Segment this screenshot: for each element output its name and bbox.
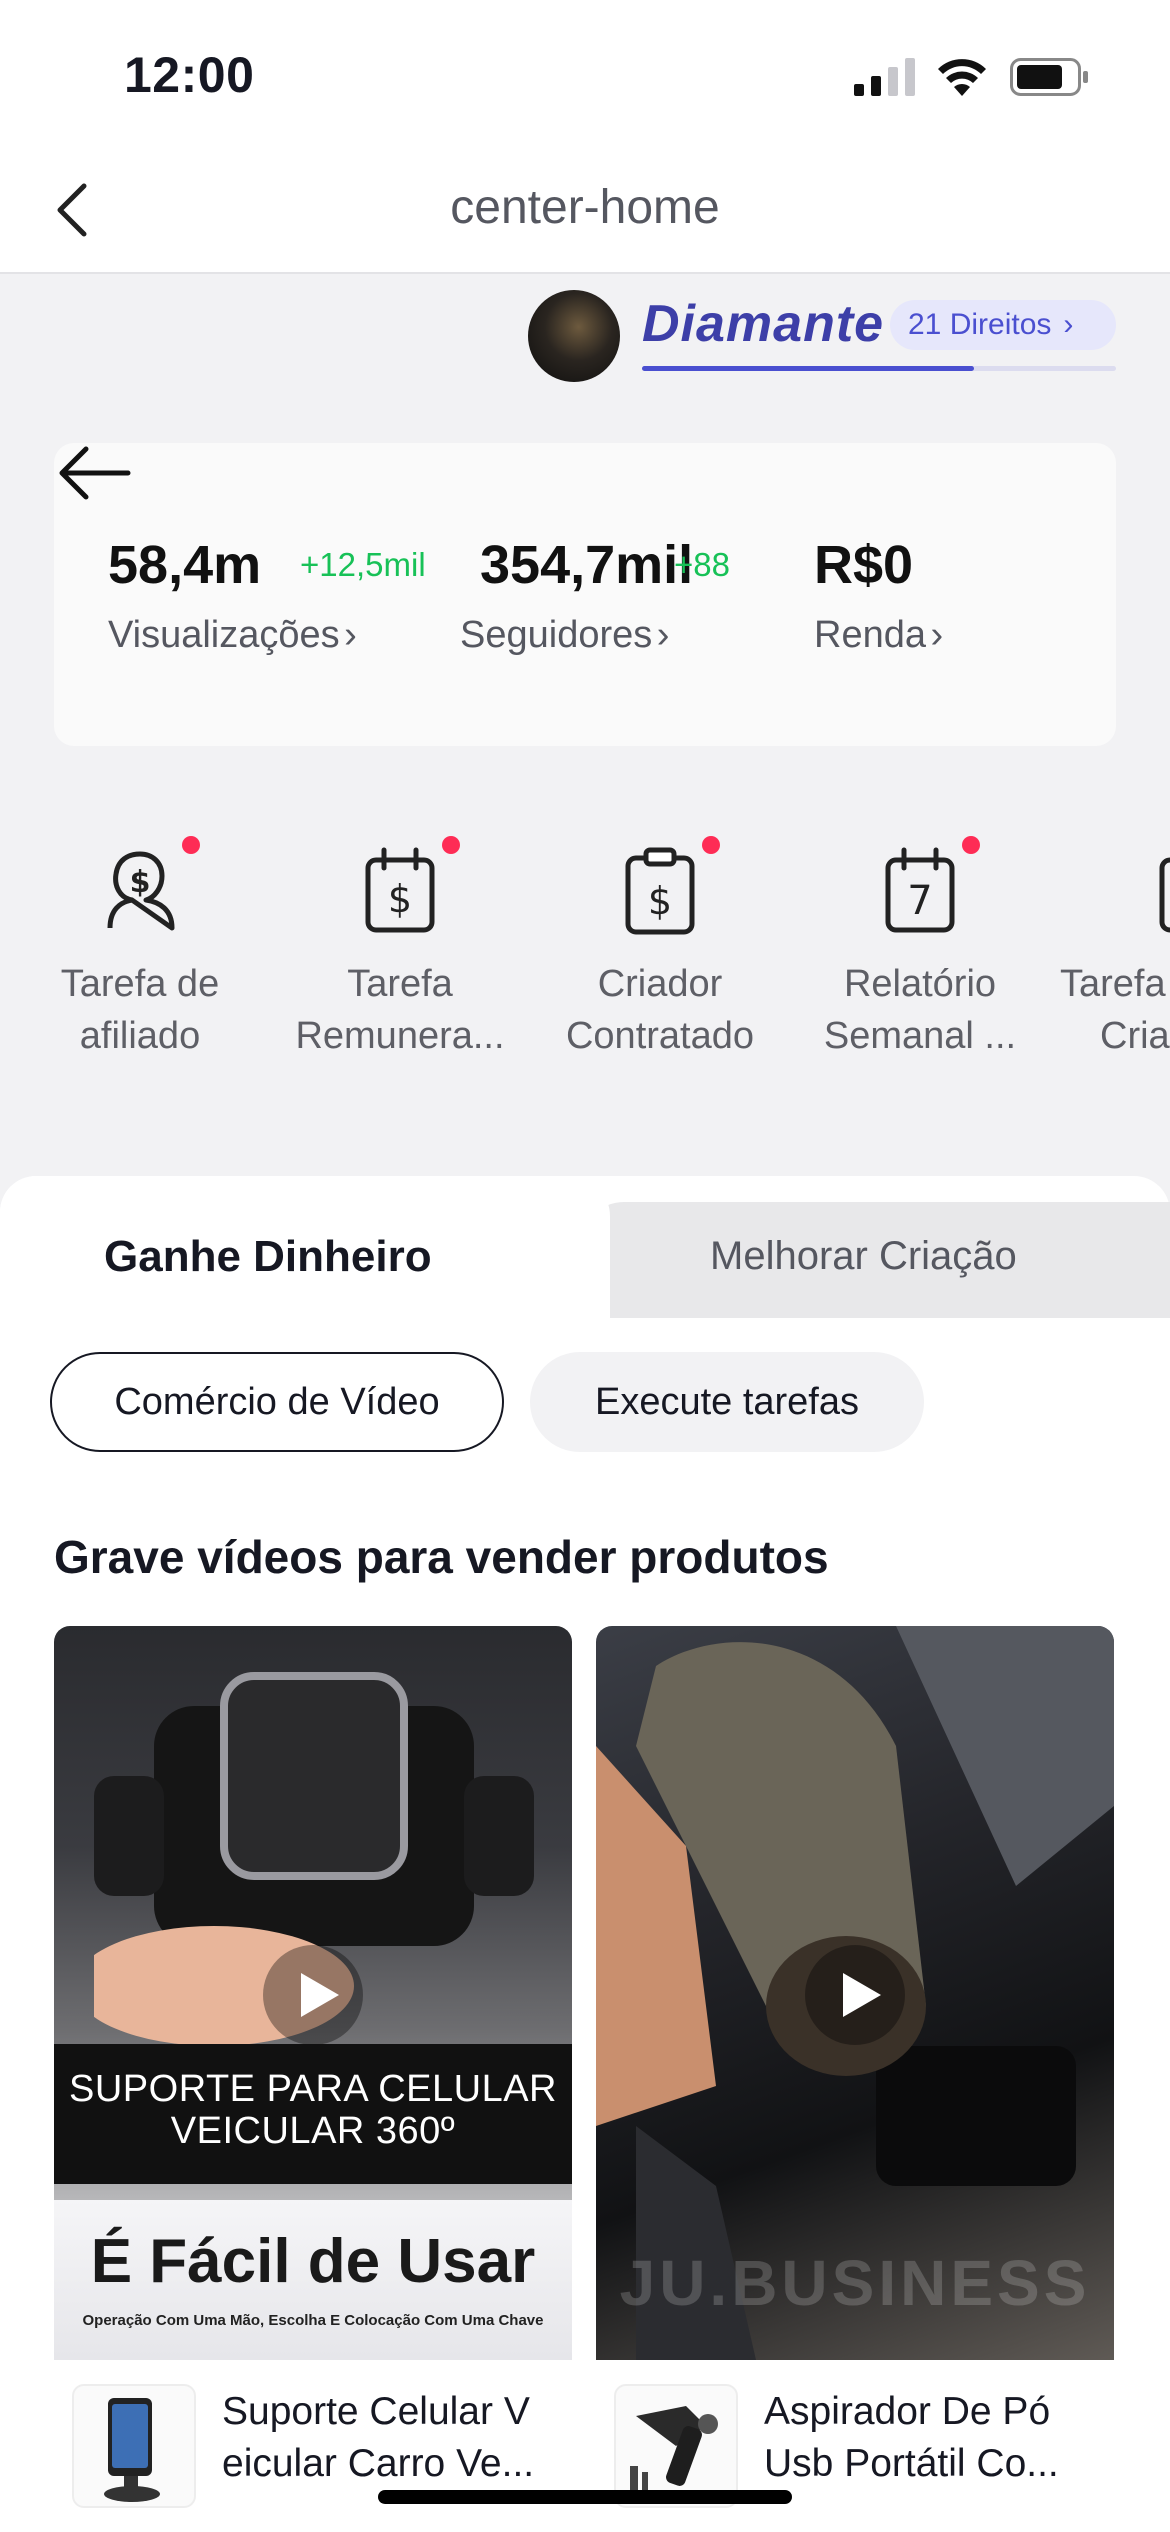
page-title: center-home bbox=[450, 181, 720, 234]
notification-dot bbox=[702, 836, 720, 854]
cellular-signal-icon bbox=[854, 58, 915, 96]
views-delta: +12,5mil bbox=[300, 546, 426, 583]
shortcut-affiliate-task[interactable]: $ Tarefa de afiliado bbox=[20, 836, 260, 1080]
rights-label: 21 Direitos bbox=[908, 308, 1052, 341]
easy-use-title: É Fácil de Usar bbox=[90, 2227, 536, 2296]
chevron-right-icon: › bbox=[1063, 308, 1074, 341]
product-name: Suporte Celular V eicular Carro Ve... bbox=[222, 2390, 535, 2485]
product-card[interactable]: JU.BUSINESS Aspirador De Pó Usb Portátil… bbox=[596, 1626, 1114, 2532]
views-link[interactable]: Visualizações › bbox=[108, 614, 357, 657]
phone-holder-icon bbox=[104, 2398, 160, 2502]
income-link[interactable]: Renda › bbox=[814, 614, 943, 657]
shortcut-paid-task[interactable]: $ Tarefa Remunera... bbox=[280, 836, 520, 1080]
hired-creator-icon: $ bbox=[625, 847, 695, 935]
chevron-right-icon: › bbox=[656, 614, 670, 656]
product-name: Aspirador De Pó Usb Portátil Co... bbox=[764, 2390, 1059, 2485]
notification-dot bbox=[962, 836, 980, 854]
play-icon bbox=[301, 1973, 339, 2017]
shortcut-label: Tarefa de afiliado bbox=[60, 963, 220, 1057]
product-card[interactable]: SUPORTE PARA CELULAR VEICULAR 360º É Fác… bbox=[54, 1626, 572, 2532]
battery-icon bbox=[1010, 58, 1088, 96]
chevron-right-icon: › bbox=[344, 614, 357, 656]
followers-delta: +88 bbox=[674, 546, 730, 583]
tab-inactive-label[interactable]: Melhorar Criação bbox=[710, 1234, 1017, 1279]
notification-dot bbox=[182, 836, 200, 854]
followers-value: 354,7mil bbox=[480, 535, 694, 595]
home-indicator bbox=[378, 2490, 792, 2504]
followers-link[interactable]: Seguidores › bbox=[460, 614, 669, 657]
affiliate-icon: $ bbox=[107, 851, 175, 931]
handheld-vacuum-icon bbox=[630, 2406, 718, 2496]
product-banner: SUPORTE PARA CELULAR VEICULAR 360º bbox=[54, 2044, 572, 2184]
weekly-report-icon: 7 bbox=[885, 847, 955, 933]
play-button[interactable] bbox=[263, 1945, 363, 2045]
tier-name[interactable]: Diamante bbox=[642, 294, 884, 354]
avatar[interactable] bbox=[528, 290, 620, 382]
shortcut-weekly-report[interactable]: 7 Relatório Semanal ... bbox=[800, 836, 1040, 1080]
easy-use-subtitle: Operação Com Uma Mão, Escolha E Colocaçã… bbox=[82, 2312, 544, 2329]
tier-progress-fill bbox=[642, 366, 974, 371]
tab-active-label[interactable]: Ganhe Dinheiro bbox=[104, 1232, 432, 1282]
views-label: Visualizações bbox=[108, 614, 340, 656]
product-video-thumbnail[interactable]: JU.BUSINESS bbox=[596, 1626, 1114, 2360]
chip-execute-tasks[interactable]: Execute tarefas bbox=[530, 1352, 924, 1452]
svg-text:$: $ bbox=[648, 879, 672, 923]
watermark: JU.BUSINESS bbox=[619, 2247, 1091, 2319]
shortcut-creator-task[interactable]: Tarefa Cria bbox=[1060, 840, 1170, 1080]
arrow-left-icon[interactable] bbox=[56, 440, 132, 506]
back-chevron-icon[interactable] bbox=[44, 178, 108, 242]
shortcut-label: Relatório Semanal ... bbox=[823, 963, 1017, 1057]
play-icon bbox=[843, 1973, 881, 2017]
income-label: Renda bbox=[814, 614, 926, 656]
svg-text:$: $ bbox=[388, 877, 412, 921]
svg-text:7: 7 bbox=[907, 878, 932, 924]
play-button[interactable] bbox=[805, 1945, 905, 2045]
income-value: R$0 bbox=[814, 535, 914, 595]
easy-use-panel: É Fácil de Usar Operação Com Uma Mão, Es… bbox=[54, 2200, 572, 2360]
notification-dot bbox=[442, 836, 460, 854]
shortcut-label: Criador Contratado bbox=[565, 963, 754, 1057]
product-image bbox=[72, 2384, 196, 2508]
creator-task-icon bbox=[1159, 857, 1170, 933]
chevron-right-icon: › bbox=[930, 614, 944, 656]
chip-video-commerce[interactable]: Comércio de Vídeo bbox=[50, 1352, 504, 1452]
paid-task-icon: $ bbox=[365, 847, 435, 933]
shortcut-label: Tarefa Cria bbox=[1060, 963, 1170, 1057]
status-time: 12:00 bbox=[124, 47, 255, 103]
views-value: 58,4m bbox=[108, 535, 262, 595]
shortcut-label: Tarefa Remunera... bbox=[295, 963, 505, 1057]
svg-text:$: $ bbox=[130, 865, 151, 900]
wifi-icon bbox=[938, 59, 986, 96]
rights-button[interactable]: 21 Direitos › bbox=[890, 300, 1116, 350]
section-title: Grave vídeos para vender produtos bbox=[54, 1531, 829, 1583]
shortcut-hired-creator[interactable]: $ Criador Contratado bbox=[540, 836, 780, 1080]
followers-label: Seguidores bbox=[460, 614, 653, 656]
product-video-thumbnail[interactable]: SUPORTE PARA CELULAR VEICULAR 360º É Fác… bbox=[54, 1626, 572, 2360]
